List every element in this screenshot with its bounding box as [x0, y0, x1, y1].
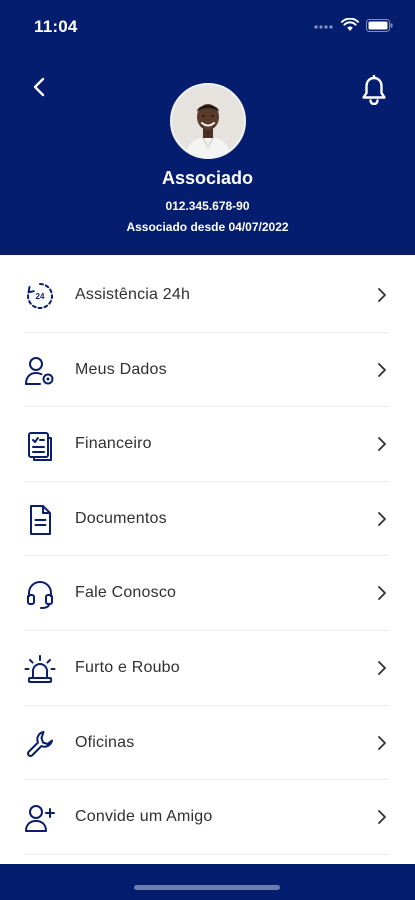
- menu-item-label: Documentos: [75, 509, 167, 527]
- wifi-icon: [341, 18, 359, 32]
- menu-item-financeiro[interactable]: Financeiro: [24, 407, 389, 482]
- chevron-right-icon: [375, 734, 389, 752]
- user-plus-icon: [24, 802, 56, 834]
- chevron-right-icon: [375, 435, 389, 453]
- chevron-right-icon: [375, 808, 389, 826]
- profile-id: 012.345.678-90: [165, 199, 250, 213]
- chevron-right-icon: [375, 510, 389, 528]
- menu-item-label: Fale Conosco: [75, 584, 177, 602]
- notifications-button[interactable]: [359, 74, 389, 110]
- clipboard-checklist-icon: [24, 429, 56, 462]
- bottom-bar: [0, 864, 415, 900]
- menu-item-assistencia[interactable]: 24 Assistência 24h: [24, 258, 389, 333]
- wrench-icon: [24, 728, 56, 760]
- menu-item-label: Financeiro: [75, 435, 152, 453]
- clock-24h-icon: 24: [24, 280, 56, 312]
- profile-header: 11:04 Associado 012.345.678-90 Associado…: [0, 0, 415, 255]
- back-button[interactable]: [26, 76, 52, 102]
- chevron-right-icon: [375, 361, 389, 379]
- menu-item-label: Oficinas: [75, 733, 135, 751]
- member-since: Associado desde 04/07/2022: [126, 220, 289, 234]
- menu-item-convide-amigo[interactable]: Convide um Amigo: [24, 780, 389, 855]
- menu-list: 24 Assistência 24h Meus Dados Financeiro…: [0, 258, 415, 855]
- menu-item-meus-dados[interactable]: Meus Dados: [24, 333, 389, 408]
- menu-item-furto-roubo[interactable]: Furto e Roubo: [24, 631, 389, 706]
- menu-item-documentos[interactable]: Documentos: [24, 482, 389, 557]
- signal-icon: [314, 20, 334, 30]
- svg-text:24: 24: [36, 292, 45, 301]
- alarm-siren-icon: [24, 653, 56, 685]
- battery-icon: [366, 18, 393, 32]
- bell-icon: [361, 74, 387, 110]
- avatar: [170, 83, 246, 159]
- profile-name: Associado: [161, 168, 254, 188]
- headset-icon: [24, 578, 56, 610]
- menu-item-label: Meus Dados: [75, 360, 167, 378]
- status-bar: 11:04: [0, 0, 415, 52]
- home-indicator[interactable]: [134, 885, 280, 890]
- chevron-right-icon: [375, 584, 389, 602]
- chevron-right-icon: [375, 659, 389, 677]
- status-icons: [314, 18, 393, 32]
- document-icon: [24, 504, 56, 536]
- menu-item-label: Convide um Amigo: [75, 808, 213, 826]
- menu-item-fale-conosco[interactable]: Fale Conosco: [24, 556, 389, 631]
- user-settings-icon: [24, 355, 56, 387]
- status-time: 11:04: [34, 17, 78, 36]
- menu-item-label: Assistência 24h: [75, 286, 191, 303]
- chevron-right-icon: [375, 286, 389, 304]
- menu-item-oficinas[interactable]: Oficinas: [24, 706, 389, 781]
- chevron-left-icon: [32, 77, 46, 102]
- menu-item-label: Furto e Roubo: [75, 658, 180, 676]
